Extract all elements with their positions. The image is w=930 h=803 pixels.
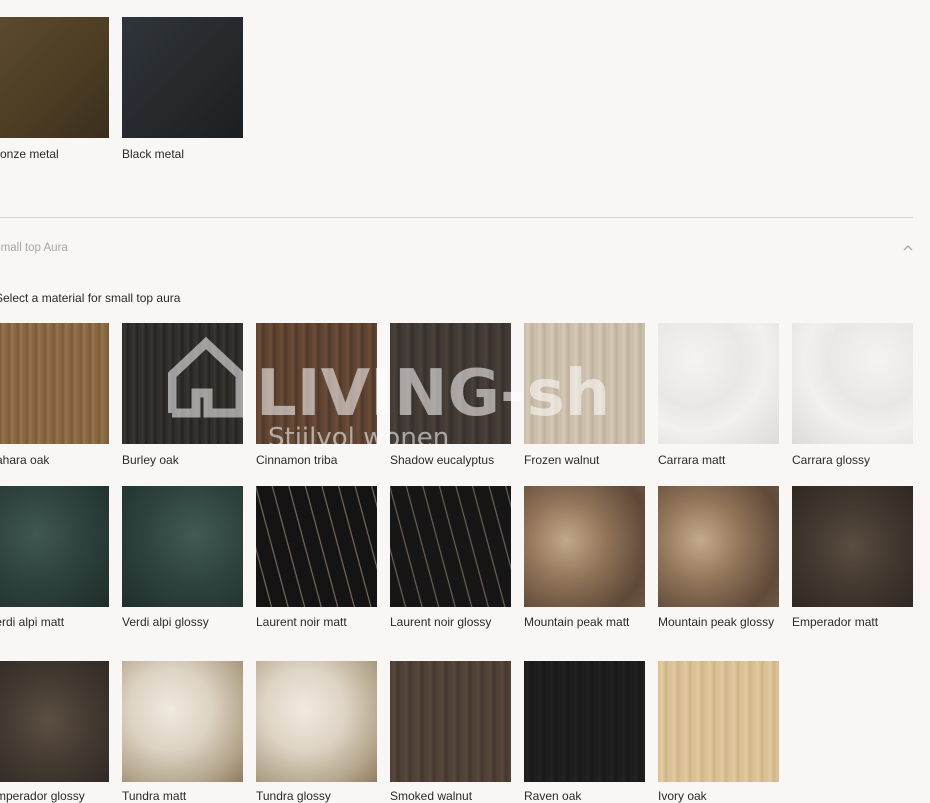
material-swatch-tundra-matt[interactable] xyxy=(122,661,243,782)
material-swatch-ivory-oak[interactable] xyxy=(658,661,779,782)
section-instruction: Select a material for small top aura xyxy=(0,291,181,305)
material-swatch-carrara-glossy[interactable] xyxy=(792,323,913,444)
material-swatch-verdi-alpi-matt[interactable] xyxy=(0,486,109,607)
material-swatch-cinnamon-triba[interactable] xyxy=(256,323,377,444)
material-swatch-laurent-noir-matt[interactable] xyxy=(256,486,377,607)
material-label: Mountain peak glossy xyxy=(658,615,775,629)
material-label: Verdi alpi matt xyxy=(0,615,65,629)
material-label: Mountain peak matt xyxy=(524,615,630,629)
material-swatch-emperador-glossy[interactable] xyxy=(0,661,109,782)
material-label: Tundra matt xyxy=(122,789,187,803)
material-label: Cinnamon triba xyxy=(256,453,338,467)
material-label: Laurent noir glossy xyxy=(390,615,492,629)
material-swatch-emperador-matt[interactable] xyxy=(792,486,913,607)
material-label: Carrara matt xyxy=(658,453,726,467)
material-label: Bronze metal xyxy=(0,147,59,161)
material-label: Verdi alpi glossy xyxy=(122,615,209,629)
material-label: Frozen walnut xyxy=(524,453,600,467)
material-label: Carrara glossy xyxy=(792,453,871,467)
material-label: Ivory oak xyxy=(658,789,707,803)
material-label: Raven oak xyxy=(524,789,582,803)
material-swatch-frozen-walnut[interactable] xyxy=(524,323,645,444)
material-label: Emperador matt xyxy=(792,615,879,629)
chevron-up-icon[interactable] xyxy=(901,243,915,253)
material-swatch-smoked-walnut[interactable] xyxy=(390,661,511,782)
material-swatch-mountain-peak-glossy[interactable] xyxy=(658,486,779,607)
material-label: Tundra glossy xyxy=(256,789,331,803)
material-swatch-sahara-oak[interactable] xyxy=(0,323,109,444)
material-swatch-mountain-peak-matt[interactable] xyxy=(524,486,645,607)
material-label: Sahara oak xyxy=(0,453,50,467)
material-swatch-tundra-glossy[interactable] xyxy=(256,661,377,782)
material-swatch-verdi-alpi-glossy[interactable] xyxy=(122,486,243,607)
material-swatch-bronze-metal[interactable] xyxy=(0,17,109,138)
material-swatch-raven-oak[interactable] xyxy=(524,661,645,782)
material-label: Shadow eucalyptus xyxy=(390,453,495,467)
material-swatch-burley-oak[interactable] xyxy=(122,323,243,444)
material-swatch-laurent-noir-glossy[interactable] xyxy=(390,486,511,607)
material-label: Smoked walnut xyxy=(390,789,473,803)
material-label: Emperador glossy xyxy=(0,789,85,803)
material-swatch-black-metal[interactable] xyxy=(122,17,243,138)
material-swatch-shadow-eucalyptus[interactable] xyxy=(390,323,511,444)
material-label: Black metal xyxy=(122,147,185,161)
accordion-title[interactable]: Small top Aura xyxy=(0,242,68,254)
material-label: Laurent noir matt xyxy=(256,615,347,629)
material-swatch-carrara-matt[interactable] xyxy=(658,323,779,444)
material-label: Burley oak xyxy=(122,453,179,467)
section-divider xyxy=(0,217,913,218)
